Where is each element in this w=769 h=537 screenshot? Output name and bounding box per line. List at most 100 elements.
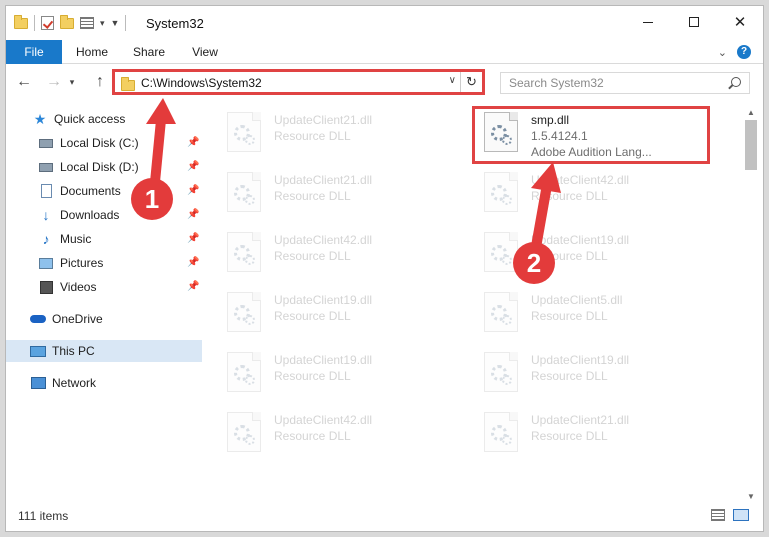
file-list: UpdateClient21.dll Resource DLL smp.dll … [212, 106, 740, 501]
file-name: UpdateClient42.dll [274, 233, 373, 247]
maximize-button[interactable] [671, 6, 717, 38]
close-button[interactable]: ✕ [717, 6, 763, 38]
sidebar-item-label: Music [60, 232, 92, 246]
search-input[interactable]: Search System32 [500, 72, 750, 94]
file-item[interactable]: UpdateClient42.dll Resource DLL [212, 226, 442, 282]
sidebar-item-onedrive[interactable]: OneDrive [6, 308, 202, 330]
file-type: Resource DLL [274, 369, 351, 383]
vertical-scrollbar[interactable]: ▲ ▼ [743, 106, 759, 506]
file-item[interactable]: UpdateClient19.dll Resource DLL [469, 346, 699, 402]
sidebar-item-label: This PC [52, 344, 95, 358]
file-item[interactable]: UpdateClient42.dll Resource DLL [469, 166, 699, 222]
sidebar-item-videos[interactable]: Videos 📌 [6, 276, 202, 298]
explorer-window: ▾ ▼ System32 ✕ File Home Share View ⌄ ? … [5, 5, 764, 532]
sidebar-item-label: Local Disk (C:) [60, 136, 139, 150]
file-item[interactable]: UpdateClient21.dll Resource DLL [212, 166, 442, 222]
file-item[interactable]: UpdateClient42.dll Resource DLL [212, 406, 442, 462]
dll-file-icon [484, 352, 518, 392]
tab-file[interactable]: File [6, 40, 62, 64]
minimize-button[interactable] [625, 6, 671, 38]
sidebar-item-label: Network [52, 376, 97, 390]
expand-ribbon-icon[interactable]: ⌄ [718, 46, 727, 59]
sidebar-item-network[interactable]: Network [6, 372, 202, 394]
navigation-bar: ← → ▾ ↑ C:\Windows\System32 ∨ ↻ Search S… [6, 65, 763, 99]
customize-toolbar-icon[interactable]: ▼ [111, 18, 120, 28]
file-item[interactable]: UpdateClient19.dll Resource DLL [212, 286, 442, 342]
dll-file-icon [484, 412, 518, 452]
dll-file-icon [227, 232, 261, 272]
dll-file-icon [227, 412, 261, 452]
title-bar: ▾ ▼ System32 ✕ [6, 6, 763, 40]
sidebar-item-label: Quick access [54, 112, 126, 126]
minimize-icon [643, 21, 653, 23]
file-type: Resource DLL [274, 249, 351, 263]
pin-icon[interactable]: 📌 [187, 257, 199, 268]
sidebar-item-pictures[interactable]: Pictures 📌 [6, 252, 202, 274]
ribbon-right-controls: ⌄ ? [718, 45, 751, 59]
highlight-smp-dll [472, 106, 710, 164]
sidebar-item-downloads[interactable]: ↓ Downloads 📌 [6, 204, 202, 226]
back-button[interactable]: ← [14, 71, 34, 93]
scroll-down-icon[interactable]: ▼ [743, 490, 759, 504]
file-type: Resource DLL [274, 189, 351, 203]
pin-icon[interactable]: 📌 [187, 281, 199, 292]
tab-view[interactable]: View [186, 40, 224, 64]
pin-icon[interactable]: 📌 [187, 161, 199, 172]
folder-icon [14, 14, 28, 29]
quick-access-toolbar: ▾ ▼ [14, 14, 127, 31]
help-icon[interactable]: ? [737, 45, 751, 59]
chevron-down-icon[interactable]: ▾ [100, 18, 105, 29]
network-icon [30, 376, 46, 390]
file-item[interactable]: UpdateClient19.dll Resource DLL [469, 226, 699, 282]
address-bar[interactable]: C:\Windows\System32 ∨ ↻ [112, 69, 485, 95]
pin-icon[interactable]: 📌 [187, 209, 199, 220]
forward-button[interactable]: → [44, 71, 64, 93]
refresh-button[interactable]: ↻ [460, 72, 482, 92]
drive-icon [38, 160, 54, 174]
file-item[interactable]: UpdateClient21.dll Resource DLL [469, 406, 699, 462]
address-path[interactable]: C:\Windows\System32 [141, 76, 262, 90]
cloud-icon [30, 312, 46, 326]
file-type: Resource DLL [274, 429, 351, 443]
tiles-view-icon[interactable] [733, 509, 749, 521]
file-item[interactable]: UpdateClient21.dll Resource DLL [212, 106, 442, 162]
computer-icon [30, 344, 46, 358]
download-icon: ↓ [42, 207, 50, 223]
file-name: UpdateClient21.dll [274, 113, 373, 127]
file-item[interactable]: UpdateClient5.dll Resource DLL [469, 286, 699, 342]
pin-icon[interactable]: 📌 [187, 185, 199, 196]
scroll-thumb[interactable] [745, 120, 757, 170]
recent-locations-icon[interactable]: ▾ [66, 71, 78, 93]
pin-icon[interactable]: 📌 [187, 137, 199, 148]
chevron-down-icon[interactable]: ∨ [449, 75, 456, 86]
pin-icon[interactable]: 📌 [187, 233, 199, 244]
view-options-icon[interactable] [80, 17, 94, 29]
properties-check-icon[interactable] [41, 16, 54, 30]
dll-file-icon [484, 292, 518, 332]
up-button[interactable]: ↑ [90, 71, 110, 93]
file-name: UpdateClient42.dll [531, 173, 630, 187]
star-icon: ★ [33, 110, 47, 127]
search-icon[interactable] [731, 77, 741, 87]
music-icon: ♪ [42, 231, 50, 247]
details-view-icon[interactable] [711, 509, 725, 521]
folder-icon [121, 77, 135, 91]
sidebar-item-this-pc[interactable]: This PC [6, 340, 202, 362]
sidebar-item-label: Videos [60, 280, 97, 294]
file-type: Resource DLL [531, 189, 608, 203]
tab-home[interactable]: Home [71, 40, 113, 64]
tab-share[interactable]: Share [127, 40, 171, 64]
sidebar-item-label: OneDrive [52, 312, 103, 326]
sidebar-item-local-disk-d[interactable]: Local Disk (D:) 📌 [6, 156, 202, 178]
ribbon: File Home Share View ⌄ ? [6, 40, 763, 64]
sidebar-item-music[interactable]: ♪ Music 📌 [6, 228, 202, 250]
sidebar-item-local-disk-c[interactable]: Local Disk (C:) 📌 [6, 132, 202, 154]
file-name: UpdateClient19.dll [531, 353, 630, 367]
file-type: Resource DLL [274, 309, 351, 323]
new-folder-icon[interactable] [60, 14, 74, 29]
scroll-up-icon[interactable]: ▲ [743, 106, 759, 120]
dll-file-icon [227, 352, 261, 392]
file-item[interactable]: UpdateClient19.dll Resource DLL [212, 346, 442, 402]
maximize-icon [689, 17, 699, 27]
sidebar-item-quick-access[interactable]: ★ Quick access [6, 108, 202, 130]
